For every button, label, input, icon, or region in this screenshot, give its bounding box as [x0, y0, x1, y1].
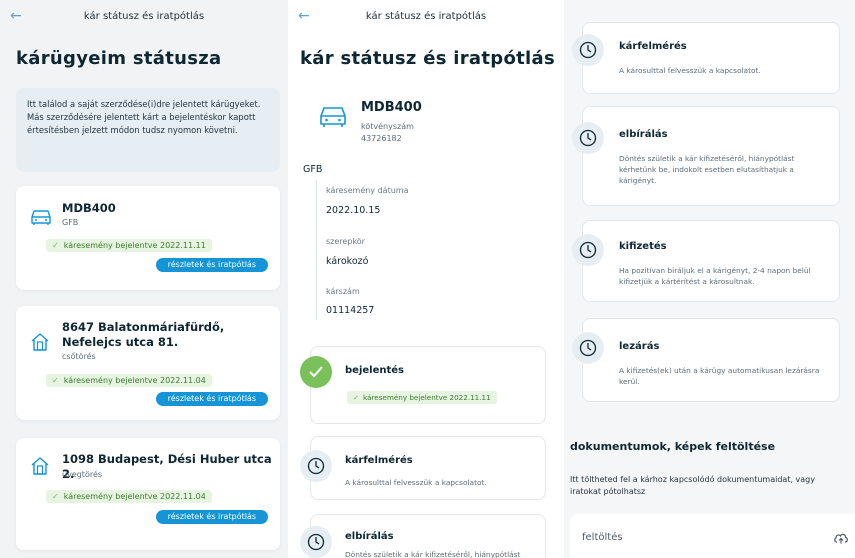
header-title: kár státusz és iratpótlás [365, 11, 487, 22]
upload-button[interactable]: feltöltés [570, 514, 855, 558]
step-desc: Ha pozitívan bíráljuk el a kárigényt, 2-… [619, 266, 811, 286]
policy-number: 43726182 [361, 134, 402, 143]
field-value: károkozó [326, 256, 369, 267]
claim-card-1[interactable]: MDB400 GFB ✓ káresemény bejelentve 2022.1… [16, 186, 280, 290]
check-icon: ✓ [52, 376, 59, 385]
house-icon [30, 332, 50, 356]
documents-title: dokumentumok, képek feltöltése [570, 440, 776, 453]
step-closing: lezárás A kifizetés(ek) után a kárügy au… [582, 318, 840, 402]
status-badge: ✓ káresemény bejelentve 2022.11.11 [46, 239, 212, 252]
step-title: lezárás [619, 341, 660, 352]
house-icon [30, 456, 50, 480]
step-review: elbírálás Döntés születik a kár kifizeté… [582, 106, 840, 206]
status-text: káresemény bejelentve 2022.11.04 [63, 492, 206, 501]
step-title: kárfelmérés [619, 41, 687, 52]
claim-detail-screen: ← kár státusz és iratpótlás kár státusz … [288, 0, 564, 558]
claim-title: 8647 Balatonmáriafürdő, Nefelejcs utca 8… [62, 320, 225, 349]
car-icon [318, 104, 348, 132]
clock-icon [572, 34, 604, 66]
claim-type: csőtörés [62, 352, 96, 361]
step-title: elbírálás [345, 531, 394, 542]
status-text: káresemény bejelentve 2022.11.04 [63, 376, 206, 385]
header-title: kár státusz és iratpótlás [83, 11, 205, 22]
check-icon: ✓ [52, 241, 59, 250]
field-label: káresemény dátuma [326, 186, 409, 195]
check-icon: ✓ [52, 492, 59, 501]
field-label: kárszám [326, 287, 360, 296]
cloud-upload-icon [833, 530, 849, 549]
status-badge: ✓ káresemény bejelentve 2022.11.11 [347, 391, 497, 404]
page-title: kárügyeim státusza [16, 48, 222, 69]
top-bar: ← kár státusz és iratpótlás [0, 0, 288, 36]
claim-type: GFB [62, 218, 79, 227]
step-review: elbírálás Döntés születik a kár kifizeté… [310, 514, 546, 558]
status-badge: ✓ káresemény bejelentve 2022.11.04 [46, 490, 212, 503]
claim-type: üvegtörés [62, 470, 103, 479]
claim-card-3[interactable]: 1098 Budapest, Dési Huber utca 2. üvegtö… [16, 438, 280, 550]
top-bar: ← kár státusz és iratpótlás [288, 0, 564, 36]
policy-label: kötvényszám [361, 122, 414, 131]
step-title: kárfelmérés [345, 455, 413, 466]
step-title: elbírálás [619, 129, 668, 140]
step-title: kifizetés [619, 241, 667, 252]
check-icon: ✓ [353, 393, 360, 402]
done-check-icon [300, 356, 332, 388]
details-button[interactable]: részletek és iratpótlás [155, 258, 268, 272]
details-button[interactable]: részletek és iratpótlás [155, 510, 268, 524]
status-text: káresemény bejelentve 2022.11.11 [63, 241, 206, 250]
clock-icon [572, 122, 604, 154]
claims-list-screen: ← kár státusz és iratpótlás kárügyeim st… [0, 0, 288, 558]
product-name: GFB [303, 164, 323, 175]
step-desc: Döntés születik a kár kifizetéséről, hiá… [345, 550, 521, 558]
clock-icon [300, 450, 332, 482]
info-box: Itt találod a saját szerződése(i)dre jel… [16, 88, 280, 172]
field-value: 01114257 [326, 305, 375, 316]
status-text: káresemény bejelentve 2022.11.11 [363, 393, 491, 402]
license-plate: MDB400 [361, 100, 422, 115]
step-desc: Döntés születik a kár kifizetéséről, hiá… [619, 154, 795, 185]
claim-title: MDB400 [62, 201, 116, 215]
step-desc: A károsulttal felvesszük a kapcsolatot. [619, 66, 761, 75]
details-button[interactable]: részletek és iratpótlás [155, 392, 268, 406]
claim-card-2[interactable]: 8647 Balatonmáriafürdő, Nefelejcs utca 8… [16, 306, 280, 420]
clock-icon [572, 234, 604, 266]
page-title: kár státusz és iratpótlás [300, 48, 555, 69]
clock-icon [300, 526, 332, 558]
step-desc: A kifizetés(ek) után a kárügy automatiku… [619, 366, 820, 386]
step-title: bejelentés [345, 365, 404, 376]
step-assessment: kárfelmérés A károsulttal felvesszük a k… [310, 436, 546, 500]
claim-steps-screen: kárfelmérés A károsulttal felvesszük a k… [564, 0, 855, 558]
field-label: szerepkör [326, 237, 365, 246]
step-assessment: kárfelmérés A károsulttal felvesszük a k… [582, 22, 840, 94]
documents-text: Itt töltheted fel a kárhoz kapcsolódó do… [570, 475, 815, 496]
step-desc: A károsulttal felvesszük a kapcsolatot. [345, 478, 487, 487]
upload-label: feltöltés [582, 532, 623, 543]
divider-line [316, 180, 317, 320]
step-report: bejelentés ✓ káresemény bejelentve 2022.1… [310, 346, 546, 424]
field-value: 2022.10.15 [326, 205, 381, 216]
car-icon [30, 208, 52, 230]
status-badge: ✓ káresemény bejelentve 2022.11.04 [46, 374, 212, 387]
step-payment: kifizetés Ha pozitívan bíráljuk el a kár… [582, 220, 840, 302]
clock-icon [572, 332, 604, 364]
